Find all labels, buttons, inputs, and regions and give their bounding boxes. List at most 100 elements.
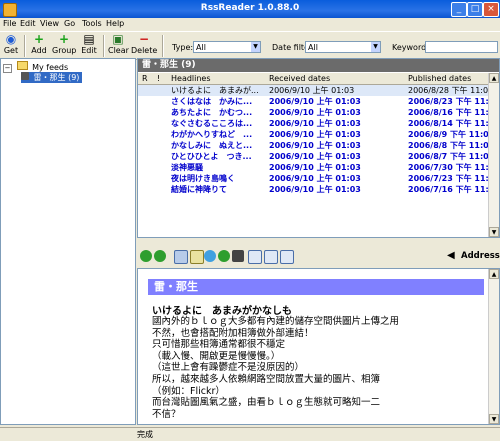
row-published: 2006/8/8 下午 11:00 [408,141,488,150]
article-line: （載入慢、開啟更是慢慢慢。） [152,350,281,362]
menu-help[interactable]: Help [106,19,124,28]
article-line: （這世上會有躁鬱症不是沒原因的） [152,362,305,374]
menu-view[interactable]: View [40,19,59,28]
window-title: RssReader 1.0.88.0 [200,3,300,13]
row-headline: いけるよに あまみが... [171,86,259,95]
scroll-up-arrow-icon[interactable]: ▲ [489,269,499,279]
get-button[interactable]: ◉ Get [3,33,19,56]
article-title[interactable]: いけるよに あまみがかなしも [152,302,292,317]
feeds-folder-icon [16,61,28,70]
toolbar: ◉ Get + Add + Group ▤ Edit ▣ Clear − Del… [0,31,500,60]
chevron-down-icon: ▼ [371,42,380,52]
menu-edit[interactable]: Edit [20,19,36,28]
date-filter-value: All [308,43,318,52]
clear-icon: ▣ [112,32,124,46]
feed-tree: − My feeds 雷・那生 (9) [0,58,136,425]
table-row[interactable]: かなしみに ぬえと... 2006/9/10 上午 01:03 2006/8/8 下… [138,140,489,151]
delete-icon: − [138,32,150,46]
viewer-scrollbar[interactable]: ▲ ▼ [488,269,499,424]
table-row[interactable]: わがかへりすねど ... 2006/9/10 上午 01:03 2006/8/9 下… [138,129,489,140]
scroll-down-arrow-icon[interactable]: ▼ [489,414,499,424]
row-received: 2006/9/10 上午 01:03 [269,97,361,106]
collapse-icon[interactable]: − [3,64,12,73]
type-select[interactable]: All ▼ [193,41,261,53]
row-published: 2006/7/23 下午 11:00 [408,174,488,183]
clear-button[interactable]: ▣ Clear [108,32,129,56]
status-bar: 完成 [0,427,500,440]
article-line: 國內外的ｂｌｏｇ大多都有內建的儲存空間供圖片上傳之用 [152,316,400,327]
col-received[interactable]: Received dates [269,74,330,83]
menu-bar: File Edit View Go Tools Help [0,18,500,31]
row-published: 2006/7/30 下午 11:00 [408,163,488,172]
article-line: 不信？ [152,408,181,420]
keyword-input[interactable] [425,41,498,53]
col-read[interactable]: R [142,74,148,83]
article-line: 只可惜那些相簿通常都很不穩定 [152,339,286,351]
feed-item-list: 雷・那生 (9) R ! Headlines Received dates Pu… [137,58,500,238]
tree-item-feed[interactable]: 雷・那生 (9) [21,72,83,83]
date-filter-select[interactable]: All ▼ [305,41,381,53]
row-published: 2006/8/23 下午 11:00 [408,97,488,106]
table-row[interactable]: 結婚に神降りて 2006/9/10 上午 01:03 2006/7/16 下午 11… [138,184,489,195]
group-button[interactable]: + Group [52,33,77,56]
add-button[interactable]: + Add [30,33,48,56]
menu-file[interactable]: File [3,19,16,28]
layout-icon[interactable] [280,250,294,264]
feed-list-title: 雷・那生 (9) [138,59,499,72]
reload-icon[interactable] [218,250,230,262]
row-headline: なぐさむるこころは... [171,119,253,128]
menu-go[interactable]: Go [64,19,75,28]
get-label: Get [3,46,19,55]
favorites-icon[interactable] [190,250,204,264]
scroll-up-arrow-icon[interactable]: ▲ [489,73,499,83]
row-received: 2006/9/10 上午 01:03 [269,108,361,117]
table-row[interactable]: なぐさむるこころは... 2006/9/10 上午 01:03 2006/8/14 … [138,118,489,129]
list-scrollbar[interactable]: ▲ ▼ [488,73,499,237]
table-row[interactable]: さくはなは かみに... 2006/9/10 上午 01:03 2006/8/23 … [138,96,489,107]
table-row[interactable]: いけるよに あまみが... 2006/9/10 上午 01:03 2006/8/28… [138,85,489,96]
row-headline: かなしみに ぬえと... [171,141,253,150]
row-received: 2006/9/10 上午 01:03 [269,185,361,194]
edit-icon: ▤ [83,32,95,46]
row-published: 2006/8/9 下午 11:00 [408,130,488,139]
clear-label: Clear [108,46,129,55]
minimize-button[interactable]: _ [451,2,467,17]
article-line: 而台灣貼圖風氣之盛，由看ｂｌｏｇ生態就可略知一二 [152,397,381,409]
row-headline: あちたよに かむつ... [171,108,253,117]
type-label: Type: [172,43,194,52]
tree-root[interactable]: − My feeds [3,61,69,73]
address-label: Address: [461,251,500,261]
maximize-button[interactable]: □ [467,2,483,17]
col-headlines[interactable]: Headlines [171,74,211,83]
rss-feed-icon [21,72,29,80]
delete-button[interactable]: − Delete [131,32,157,56]
row-received: 2006/9/10 上午 01:03 [269,174,361,183]
row-headline: さくはなは かみに... [171,97,253,106]
tree-feed-label: 雷・那生 (9) [33,73,80,82]
forward-icon[interactable] [154,250,166,262]
back-icon[interactable] [140,250,152,262]
edit-button[interactable]: ▤ Edit [80,32,98,56]
layout-icon[interactable] [248,250,262,264]
close-button[interactable]: × [483,2,499,17]
tree-root-label: My feeds [32,63,69,72]
stop-icon[interactable] [232,250,244,262]
refresh-icon[interactable] [204,250,216,262]
add-label: Add [31,46,47,55]
table-row[interactable]: 淡神悪騒 2006/9/10 上午 01:03 2006/7/30 下午 11:00 [138,162,489,173]
article-body: 國內外的ｂｌｏｇ大多都有內建的儲存空間供圖片上傳之用 不然，也會搭配附加相簿做外部… [152,316,482,420]
address-arrow-icon: ◀ [447,250,455,261]
list-header: R ! Headlines Received dates Published d… [138,73,489,85]
menu-tools[interactable]: Tools [82,19,102,28]
group-label: Group [52,46,77,55]
row-published: 2006/8/14 下午 11:00 [408,119,488,128]
scroll-down-arrow-icon[interactable]: ▼ [489,227,499,237]
col-published[interactable]: Published dates [408,74,471,83]
article-line: （例如：Flickr） [152,385,225,397]
home-icon[interactable] [174,250,188,264]
layout-icon[interactable] [264,250,278,264]
table-row[interactable]: 夜は明けき島鳴く 2006/9/10 上午 01:03 2006/7/23 下午 1… [138,173,489,184]
table-row[interactable]: あちたよに かむつ... 2006/9/10 上午 01:03 2006/8/16 … [138,107,489,118]
col-flag[interactable]: ! [157,74,160,83]
table-row[interactable]: ひとひひとよ つき... 2006/9/10 上午 01:03 2006/8/7 下… [138,151,489,162]
